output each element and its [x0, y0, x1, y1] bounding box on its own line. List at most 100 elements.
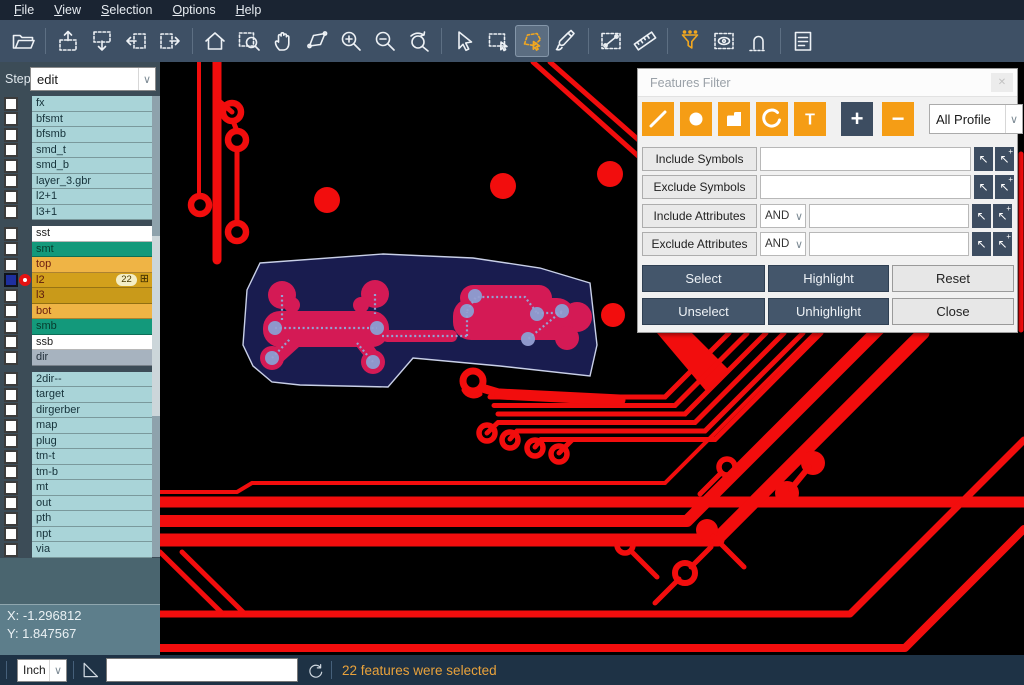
layer-row-ssb[interactable]: ssb	[0, 335, 152, 351]
layer-visibility-checkbox[interactable]	[4, 335, 18, 349]
units-select[interactable]: Inch ∨	[17, 659, 67, 682]
layer-name[interactable]: out	[32, 496, 152, 512]
layer-row-via[interactable]: via	[0, 542, 152, 558]
layer-row-dirgerber[interactable]: dirgerber	[0, 403, 152, 419]
layer-name[interactable]: plug	[32, 434, 152, 450]
layer-visibility-checkbox[interactable]	[4, 128, 18, 142]
surface-feature-button[interactable]	[718, 102, 750, 136]
layer-visibility-checkbox[interactable]	[4, 465, 18, 479]
home-view-icon[interactable]	[198, 25, 232, 57]
pick-attribute-icon[interactable]: ↖	[972, 204, 991, 228]
layer-row-smt[interactable]: smt	[0, 242, 152, 258]
exclude-symbols-button[interactable]: Exclude Symbols	[642, 175, 757, 199]
layer-row-plug[interactable]: plug	[0, 434, 152, 450]
layer-visibility-checkbox[interactable]	[4, 527, 18, 541]
menu-options[interactable]: Options	[162, 2, 225, 18]
include-symbols-button[interactable]: Include Symbols	[642, 147, 757, 171]
open-folder-icon[interactable]	[6, 25, 40, 57]
layer-name[interactable]: tm-t	[32, 449, 152, 465]
command-input[interactable]	[106, 658, 298, 682]
pick-symbol-icon[interactable]: ↖	[974, 175, 993, 199]
layer-name[interactable]: smt	[32, 242, 152, 258]
layer-row-fx[interactable]: fx	[0, 96, 152, 112]
layer-name[interactable]: bfsmt	[32, 112, 152, 128]
layer-row-dir[interactable]: dir	[0, 350, 152, 366]
clear-brush-icon[interactable]	[549, 25, 583, 57]
profile-select[interactable]: All Profile ∨	[929, 104, 1023, 134]
layer-visibility-checkbox[interactable]	[4, 227, 18, 241]
layer-row-l2[interactable]: l222⊞	[0, 273, 152, 289]
layer-name[interactable]: smd_t	[32, 143, 152, 159]
layer-visibility-checkbox[interactable]	[4, 97, 18, 111]
report-icon[interactable]	[786, 25, 820, 57]
layer-row-tm-b[interactable]: tm-b	[0, 465, 152, 481]
unselect-button[interactable]: Unselect	[642, 298, 765, 325]
layer-name[interactable]: top	[32, 257, 152, 273]
layer-row-layer_3.gbr[interactable]: layer_3.gbr	[0, 174, 152, 190]
layer-visibility-checkbox[interactable]	[4, 512, 18, 526]
layer-name[interactable]: fx	[32, 96, 152, 112]
layer-visibility-checkbox[interactable]	[4, 190, 18, 204]
layer-name[interactable]: tm-b	[32, 465, 152, 481]
layer-list-scrollbar[interactable]	[152, 96, 160, 557]
layer-name[interactable]: map	[32, 418, 152, 434]
pick-symbol-icon[interactable]: ↖	[974, 147, 993, 171]
reset-button[interactable]: Reset	[892, 265, 1014, 292]
layer-visibility-checkbox[interactable]	[4, 419, 18, 433]
include-attributes-input[interactable]	[809, 204, 969, 228]
exclude-attributes-operator[interactable]: AND ∨	[760, 232, 806, 256]
layer-row-2dir--[interactable]: 2dir--	[0, 372, 152, 388]
layer-visibility-checkbox[interactable]	[4, 242, 18, 256]
pan-down-icon[interactable]	[85, 25, 119, 57]
corner-origin-icon[interactable]	[80, 660, 100, 680]
layer-name[interactable]: mt	[32, 480, 152, 496]
remove-filter-button[interactable]: −	[882, 102, 914, 136]
layer-name[interactable]: target	[32, 387, 152, 403]
pick-add-attribute-icon[interactable]: ↖+	[993, 204, 1012, 228]
unhighlight-button[interactable]: Unhighlight	[768, 298, 889, 325]
layer-name[interactable]: sst	[32, 226, 152, 242]
pick-add-attribute-icon[interactable]: ↖+	[993, 232, 1012, 256]
add-filter-button[interactable]: +	[841, 102, 873, 136]
layer-name[interactable]: l3+1	[32, 205, 152, 221]
layer-visibility-checkbox[interactable]	[4, 159, 18, 173]
layer-visibility-checkbox[interactable]	[4, 112, 18, 126]
layer-row-bfsmb[interactable]: bfsmb	[0, 127, 152, 143]
select-button[interactable]: Select	[642, 265, 765, 292]
scrollbar-thumb[interactable]	[152, 236, 160, 416]
layer-visibility-checkbox[interactable]	[4, 205, 18, 219]
layer-name[interactable]: dir	[32, 350, 152, 366]
menu-view[interactable]: View	[44, 2, 91, 18]
layer-visibility-checkbox[interactable]	[4, 434, 18, 448]
select-polygon-icon[interactable]	[515, 25, 549, 57]
layer-name[interactable]: smd_b	[32, 158, 152, 174]
dialog-close-button[interactable]: ✕	[991, 73, 1013, 92]
pan-left-icon[interactable]	[119, 25, 153, 57]
layer-name[interactable]: dirgerber	[32, 403, 152, 419]
layer-row-sst[interactable]: sst	[0, 226, 152, 242]
zoom-polygon-icon[interactable]	[300, 25, 334, 57]
layer-row-smb[interactable]: smb	[0, 319, 152, 335]
layer-row-target[interactable]: target	[0, 387, 152, 403]
layer-name[interactable]: l2+1	[32, 189, 152, 205]
menu-selection[interactable]: Selection	[91, 2, 162, 18]
layer-row-map[interactable]: map	[0, 418, 152, 434]
pan-up-icon[interactable]	[51, 25, 85, 57]
layer-row-top[interactable]: top	[0, 257, 152, 273]
menu-file[interactable]: File	[4, 2, 44, 18]
layer-row-pth[interactable]: pth	[0, 511, 152, 527]
layer-visibility-checkbox[interactable]	[4, 351, 18, 365]
layer-visibility-checkbox[interactable]	[4, 543, 18, 557]
view-options-icon[interactable]	[707, 25, 741, 57]
text-feature-button[interactable]: T	[794, 102, 826, 136]
include-attributes-button[interactable]: Include Attributes	[642, 204, 757, 228]
highlight-button[interactable]: Highlight	[768, 265, 889, 292]
layer-name[interactable]: pth	[32, 511, 152, 527]
layer-visibility-checkbox[interactable]	[4, 372, 18, 386]
layer-name[interactable]: 2dir--	[32, 372, 152, 388]
layer-row-smd_t[interactable]: smd_t	[0, 143, 152, 159]
layer-visibility-checkbox[interactable]	[4, 496, 18, 510]
layer-row-l2+1[interactable]: l2+1	[0, 189, 152, 205]
layer-name[interactable]: l3	[32, 288, 152, 304]
layer-row-tm-t[interactable]: tm-t	[0, 449, 152, 465]
